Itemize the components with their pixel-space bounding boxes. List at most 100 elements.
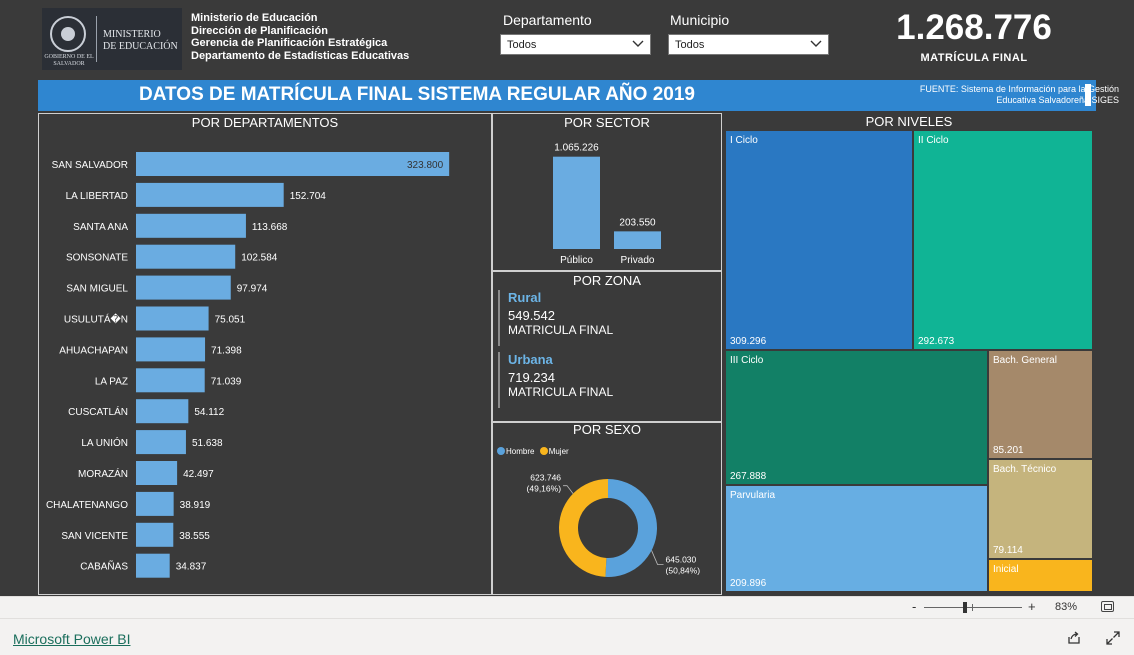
- treemap-tile[interactable]: I Ciclo 309.296: [726, 131, 912, 349]
- title-bar: DATOS DE MATRÍCULA FINAL SISTEMA REGULAR…: [38, 80, 1119, 111]
- departamento-data-label: 75.051: [215, 315, 246, 326]
- zoom-slider-tick: [972, 604, 973, 611]
- sexo-data-percent: (50,84%): [666, 565, 701, 575]
- departamento-bar: [136, 182, 284, 207]
- chevron-down-icon: [632, 40, 644, 47]
- treemap-tile[interactable]: Bach. General 85.201: [989, 351, 1092, 458]
- departamento-label: SAN VICENTE: [61, 531, 128, 542]
- treemap-tile-label: I Ciclo: [730, 135, 758, 146]
- treemap-tile[interactable]: Bach. Técnico 79.114: [989, 460, 1092, 558]
- zoom-slider-track[interactable]: [924, 607, 1022, 608]
- sector-data-label: 203.550: [619, 217, 656, 228]
- zona-title: POR ZONA: [573, 273, 641, 288]
- sexo-data-label: 623.746: [530, 473, 561, 483]
- fullscreen-icon[interactable]: [1106, 631, 1120, 645]
- logo-ministry-line2: DE EDUCACIÓN: [103, 41, 178, 52]
- treemap-tile-value: 267.888: [730, 471, 767, 482]
- sexo-leader-line: [563, 485, 574, 494]
- treemap-tile-label: III Ciclo: [730, 355, 764, 366]
- departamento-bar: [136, 522, 174, 547]
- sector-bar-chart: 1.065.226 Público 203.550 Privado: [553, 143, 661, 266]
- zona-card-rural: Rural 549.542 MATRICULA FINAL: [498, 290, 613, 346]
- departamento-data-label: 323.800: [407, 160, 444, 171]
- legend-mujer: Mujer: [548, 447, 569, 456]
- departamento-filter-label: Departamento: [503, 12, 592, 28]
- zoom-slider-handle[interactable]: [962, 602, 967, 613]
- sexo-legend: Hombre Mujer: [497, 447, 569, 456]
- departamento-bar: [136, 337, 206, 362]
- zona-rural-name: Rural: [508, 290, 542, 305]
- treemap-tile[interactable]: Inicial: [989, 560, 1092, 591]
- departamento-bar: [136, 213, 246, 238]
- zona-urbana-name: Urbana: [508, 352, 553, 367]
- zona-card-urbana: Urbana 719.234 MATRICULA FINAL: [498, 352, 613, 408]
- departamento-data-label: 152.704: [290, 191, 327, 202]
- source-scrollbar[interactable]: [1085, 84, 1091, 106]
- departamento-data-label: 113.668: [252, 222, 288, 233]
- chevron-down-icon: [810, 40, 822, 47]
- treemap-tile[interactable]: III Ciclo 267.888: [726, 351, 987, 484]
- zoom-in-button[interactable]: +: [1028, 599, 1036, 614]
- share-icon[interactable]: [1067, 631, 1081, 645]
- org-line: Departamento de Estadísticas Educativas: [191, 49, 410, 62]
- treemap-tile-label: Bach. General: [993, 355, 1057, 366]
- departamento-label: SAN SALVADOR: [52, 160, 128, 171]
- report-canvas: GOBIERNO DE EL SALVADOR MINISTERIO DE ED…: [0, 0, 1134, 596]
- departamento-data-label: 38.555: [179, 531, 210, 542]
- org-info: Ministerio de Educación Dirección de Pla…: [191, 12, 409, 62]
- departamento-bar: [136, 430, 186, 455]
- logo-text: MINISTERIO DE EDUCACIÓN: [103, 29, 178, 53]
- treemap-tile[interactable]: Parvularia 209.896: [726, 486, 987, 591]
- departamento-bar: [136, 399, 189, 424]
- treemap-tile-label: Inicial: [993, 564, 1019, 575]
- powerbi-footer: Microsoft Power BI: [0, 618, 1134, 655]
- departamento-label: LA UNIÓN: [81, 436, 128, 449]
- powerbi-link[interactable]: Microsoft Power BI: [13, 631, 130, 647]
- departamento-label: LA PAZ: [95, 376, 128, 387]
- departamento-label: LA LIBERTAD: [66, 191, 128, 202]
- national-seal-icon: [50, 16, 86, 52]
- departamento-label: AHUACHAPAN: [59, 345, 128, 356]
- departamentos-bar-chart: SAN SALVADOR 323.800 LA LIBERTAD 152.704 SAN…: [46, 152, 450, 578]
- treemap-tile-label: Parvularia: [730, 490, 776, 501]
- departamento-bar: [136, 368, 205, 393]
- org-line: Ministerio de Educación: [191, 12, 318, 24]
- departamento-select[interactable]: Todos: [500, 34, 651, 55]
- treemap-tile-value: 85.201: [993, 445, 1024, 456]
- departamento-label: MORAZÁN: [78, 467, 128, 480]
- sector-bar: [614, 231, 661, 249]
- departamento-label: SAN MIGUEL: [66, 284, 128, 295]
- sector-bar: [553, 156, 600, 249]
- sector-data-label: 1.065.226: [554, 143, 599, 154]
- zoom-out-button[interactable]: -: [912, 599, 916, 614]
- niveles-title: POR NIVELES: [865, 114, 953, 129]
- departamento-data-label: 34.837: [176, 562, 207, 573]
- sexo-slice-hombre: [605, 479, 658, 577]
- departamento-label: CABAÑAS: [80, 560, 128, 573]
- fit-to-page-icon[interactable]: [1101, 601, 1114, 612]
- niveles-treemap: I Ciclo 309.296 II Ciclo 292.673 III Ciclo 26…: [726, 131, 1092, 591]
- sexo-leader-line: [651, 550, 664, 565]
- municipio-select[interactable]: Todos: [668, 34, 829, 55]
- sector-category-label: Público: [560, 255, 593, 266]
- logo-emblem-caption: GOBIERNO DE EL SALVADOR: [44, 54, 94, 67]
- ministry-logo: GOBIERNO DE EL SALVADOR MINISTERIO DE ED…: [42, 8, 182, 70]
- treemap-tile-value: 292.673: [918, 336, 955, 347]
- sexo-slice-mujer: [559, 479, 608, 577]
- departamento-bar: [136, 275, 231, 300]
- departamento-data-label: 102.584: [241, 253, 278, 264]
- logo-divider: [96, 16, 97, 62]
- treemap-tile-label: Bach. Técnico: [993, 464, 1057, 475]
- treemap-tile-value: 309.296: [730, 336, 767, 347]
- departamento-data-label: 97.974: [237, 284, 268, 295]
- departamento-label: SANTA ANA: [73, 222, 128, 233]
- departamento-label: CUSCATLÁN: [68, 405, 128, 418]
- departamento-data-label: 42.497: [183, 469, 214, 480]
- departamento-bar: [136, 244, 236, 269]
- departamento-bar: [136, 152, 450, 176]
- org-line: Dirección de Planificación: [191, 24, 328, 37]
- departamento-bar: [136, 306, 209, 331]
- treemap-tile[interactable]: II Ciclo 292.673: [914, 131, 1092, 349]
- sector-category-label: Privado: [621, 255, 655, 266]
- departamento-label: USULUTÁ�N: [64, 313, 128, 326]
